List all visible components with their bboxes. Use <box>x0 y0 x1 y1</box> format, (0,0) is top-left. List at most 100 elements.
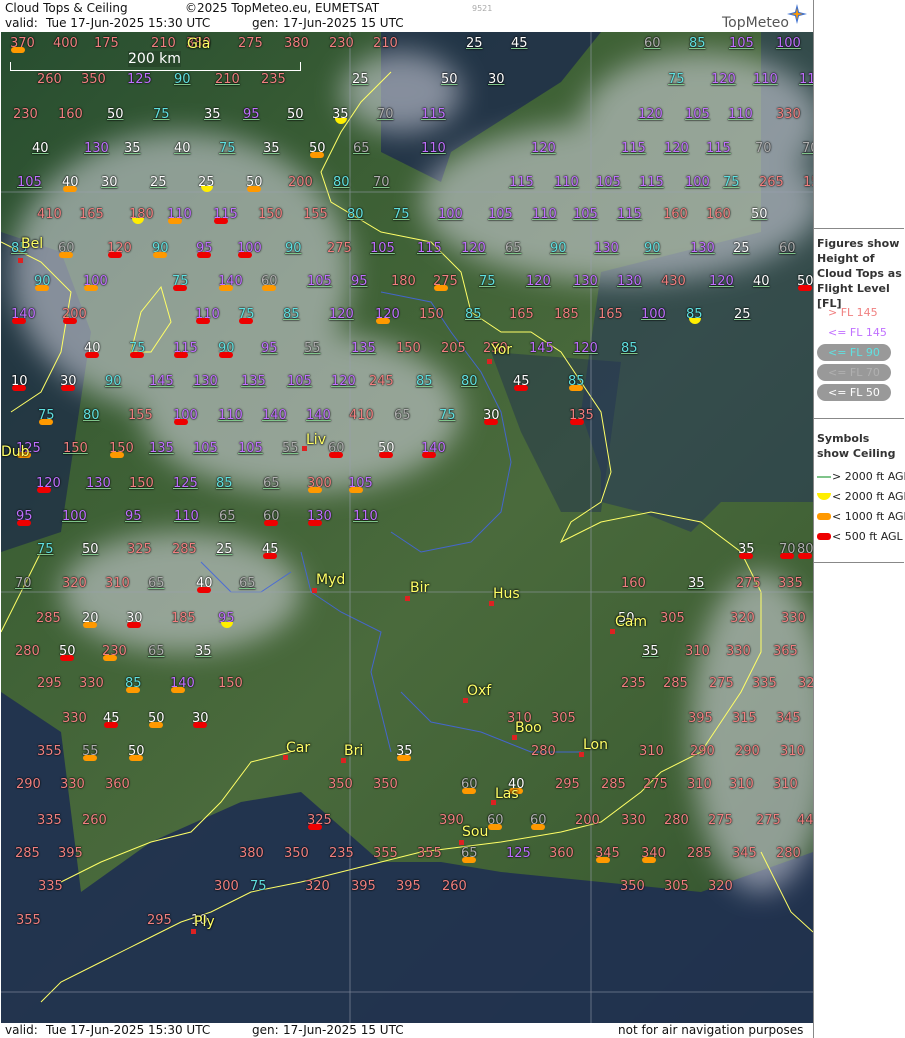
cloud-top-marker: 115 <box>509 171 534 190</box>
cloud-top-marker: 55 <box>282 437 299 456</box>
cloud-top-marker: 275 <box>433 270 458 291</box>
symbol-class-label: < 2000 ft AGL <box>832 490 905 503</box>
cloud-top-marker: 120 <box>531 137 556 156</box>
cloud-top-marker: 100 <box>83 270 108 291</box>
cloud-top-marker: 165 <box>598 303 623 322</box>
cloud-top-marker: 60 <box>58 237 75 258</box>
cloud-top-marker: 75 <box>439 404 456 423</box>
cloud-top-marker: 50 <box>797 270 813 291</box>
cloud-top-marker: 140 <box>11 303 36 324</box>
cloud-top-marker: 45 <box>511 32 528 51</box>
cloud-top-marker: 410 <box>349 404 374 423</box>
city-label: Bel <box>21 236 44 252</box>
cloud-top-value: 130 <box>193 374 218 389</box>
copyright-text: ©2025 TopMeteo.eu, EUMETSAT <box>185 1 380 15</box>
city-label: Sou <box>462 824 489 840</box>
ceiling-below-1000-icon <box>642 857 656 863</box>
cloud-top-marker: 325 <box>307 809 332 830</box>
cloud-top-value: 315 <box>732 711 757 726</box>
cloud-top-marker: 60 <box>328 437 345 458</box>
symbol-class-label: > 2000 ft AGL <box>832 470 905 483</box>
city-marker-icon <box>491 800 496 805</box>
cloud-top-marker: 65 <box>239 572 256 591</box>
cloud-top-value: 355 <box>37 744 62 759</box>
cloud-top-marker: 60 <box>263 505 280 526</box>
cloud-top-marker: 275 <box>327 237 352 256</box>
cloud-top-marker: 395 <box>351 875 376 894</box>
ceiling-below-500-icon <box>130 352 144 358</box>
figure-class-row: <= FL 145 <box>814 324 905 342</box>
cloud-top-value: 365 <box>773 644 798 659</box>
ceiling-below-500-icon <box>17 520 31 526</box>
figure-class-row: <= FL 90 <box>814 344 905 362</box>
ceiling-below-1000-icon <box>219 285 233 291</box>
cloud-top-value: 115 <box>617 207 642 222</box>
cloud-top-value: 30 <box>488 72 505 87</box>
cloud-top-marker: 350 <box>373 773 398 792</box>
cloud-top-value: 330 <box>781 611 806 626</box>
cloud-top-value: 105 <box>307 274 332 289</box>
cloud-top-value: 50 <box>107 107 124 122</box>
scale-bar-label: 200 km <box>128 51 181 67</box>
cloud-top-marker: 120 <box>709 270 734 289</box>
cloud-top-marker: 110 <box>421 137 446 156</box>
cloud-top-marker: 50 <box>441 68 458 87</box>
cloud-top-marker: 95 <box>351 270 368 289</box>
legend-divider <box>814 418 904 419</box>
cloud-top-value: 290 <box>690 744 715 759</box>
city-marker-icon <box>487 359 492 364</box>
cloud-top-marker: 25 <box>466 32 483 51</box>
ceiling-below-1000-icon <box>11 47 25 53</box>
ceiling-below-1000-icon <box>308 487 322 493</box>
cloud-top-marker: 280 <box>776 842 801 861</box>
cloud-top-marker: 395 <box>688 707 713 726</box>
cloud-top-marker: 130 <box>617 270 642 289</box>
cloud-top-value: 65 <box>239 576 256 591</box>
cloud-top-value: 95 <box>261 341 278 356</box>
cloud-top-value: 95 <box>351 274 368 289</box>
cloud-top-marker: 30 <box>126 607 143 628</box>
cloud-top-marker: 50 <box>59 640 76 661</box>
cloud-top-value: 160 <box>621 576 646 591</box>
cloud-top-marker: 60 <box>530 809 547 830</box>
cloud-top-marker: 65 <box>263 472 280 491</box>
cloud-top-value: 275 <box>736 576 761 591</box>
cloud-top-marker: 150 <box>218 672 243 691</box>
figure-class-label: <= FL 90 <box>828 346 880 359</box>
cloud-top-marker: 75 <box>668 68 685 87</box>
ceiling-below-500-icon <box>514 385 528 391</box>
cloud-top-marker: 75 <box>37 538 54 557</box>
cloud-top-marker: 330 <box>60 773 85 792</box>
ceiling-below-500-icon <box>85 352 99 358</box>
cloud-top-value: 105 <box>287 374 312 389</box>
cloud-top-marker: 260 <box>442 875 467 894</box>
cloud-top-value: 210 <box>215 72 240 87</box>
ceiling-below-1000-icon <box>247 186 261 192</box>
cloud-top-value: 430 <box>661 274 686 289</box>
ceiling-pill-icon <box>817 513 831 520</box>
cloud-top-marker: 335 <box>752 672 777 691</box>
cloud-top-value: 395 <box>351 879 376 894</box>
cloud-top-value: 275 <box>238 36 263 51</box>
cloud-top-value: 260 <box>37 72 62 87</box>
cloud-top-marker: 120 <box>375 303 400 324</box>
cloud-top-marker: 70 <box>373 171 390 190</box>
cloud-top-marker: 35 <box>738 538 755 559</box>
cloud-top-marker: 50 <box>107 103 124 122</box>
cloud-top-value: 135 <box>149 441 174 456</box>
cloud-top-value: 285 <box>15 846 40 861</box>
ceiling-pill-icon <box>817 533 831 540</box>
cloud-top-value: 35 <box>263 141 280 156</box>
cloud-top-marker: 305 <box>551 707 576 726</box>
cloud-top-marker: 280 <box>15 640 40 659</box>
cloud-top-marker: 50 <box>148 707 165 728</box>
cloud-top-marker: 80 <box>461 370 478 389</box>
cloud-top-marker: 10 <box>11 370 28 391</box>
city-marker-icon <box>579 752 584 757</box>
figures-legend-title: Figures show Height of Cloud Tops as Fli… <box>817 237 902 310</box>
cloud-top-marker: 305 <box>660 607 685 626</box>
cloud-top-marker: 105 <box>348 472 373 493</box>
cloud-top-marker: 180 <box>129 203 154 224</box>
cloud-top-value: 235 <box>621 676 646 691</box>
ceiling-below-500-icon <box>174 352 188 358</box>
